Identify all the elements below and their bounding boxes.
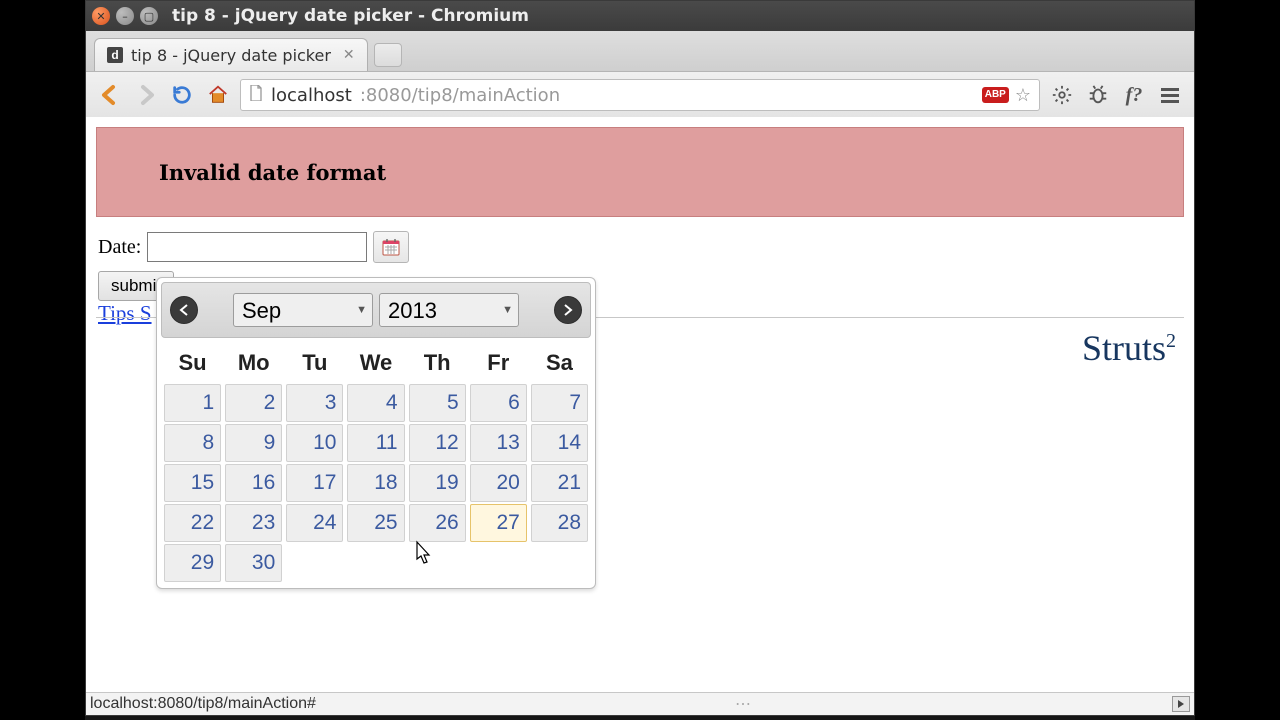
status-grip-icon: ⋯ xyxy=(735,694,753,714)
home-button[interactable] xyxy=(204,81,232,109)
tab-favicon: d xyxy=(107,47,123,63)
tips-link[interactable]: Tips S xyxy=(98,301,152,325)
datepicker-day[interactable]: 3 xyxy=(286,384,343,422)
datepicker-day[interactable]: 30 xyxy=(225,544,282,582)
datepicker-day[interactable]: 16 xyxy=(225,464,282,502)
firebug-fq-icon[interactable]: f? xyxy=(1120,81,1148,109)
datepicker-day[interactable]: 26 xyxy=(409,504,466,542)
menu-button[interactable] xyxy=(1156,81,1184,109)
date-form-row: Date: xyxy=(98,231,1194,263)
page-content: Invalid date format Date: xyxy=(86,117,1194,693)
datepicker-day[interactable]: 29 xyxy=(164,544,221,582)
address-host: localhost xyxy=(271,85,352,106)
window-minimize-button[interactable]: – xyxy=(116,7,134,25)
browser-toolbar: localhost :8080/tip8/mainAction ABP ☆ f? xyxy=(86,72,1194,119)
error-banner: Invalid date format xyxy=(96,127,1184,217)
settings-gear-icon[interactable] xyxy=(1048,81,1076,109)
window-titlebar: ✕ – ▢ tip 8 - jQuery date picker - Chrom… xyxy=(86,1,1194,31)
calendar-icon xyxy=(382,238,400,256)
window-maximize-button[interactable]: ▢ xyxy=(140,7,158,25)
address-bar[interactable]: localhost :8080/tip8/mainAction ABP ☆ xyxy=(240,79,1040,111)
address-path: :8080/tip8/mainAction xyxy=(360,85,560,106)
error-message: Invalid date format xyxy=(159,160,386,185)
bookmark-star-icon[interactable]: ☆ xyxy=(1015,85,1031,106)
datepicker-year-select[interactable]: 2013 xyxy=(379,293,519,327)
datepicker-day[interactable]: 14 xyxy=(531,424,588,462)
datepicker-day[interactable]: 2 xyxy=(225,384,282,422)
datepicker-grid: SuMoTuWeThFrSa 1234567891011121314151617… xyxy=(161,342,591,584)
datepicker-dow-header: Fr xyxy=(469,344,528,382)
datepicker-day[interactable]: 18 xyxy=(347,464,404,502)
datepicker-next-button[interactable] xyxy=(554,296,582,324)
datepicker-dow-header: Mo xyxy=(224,344,283,382)
browser-tab[interactable]: d tip 8 - jQuery date picker ✕ xyxy=(94,38,368,71)
datepicker-day[interactable]: 10 xyxy=(286,424,343,462)
tab-close-icon[interactable]: ✕ xyxy=(343,47,355,63)
datepicker-day[interactable]: 22 xyxy=(164,504,221,542)
datepicker-day[interactable]: 23 xyxy=(225,504,282,542)
open-calendar-button[interactable] xyxy=(373,231,409,263)
datepicker-day[interactable]: 8 xyxy=(164,424,221,462)
window-close-button[interactable]: ✕ xyxy=(92,7,110,25)
datepicker-day[interactable]: 25 xyxy=(347,504,404,542)
chevron-left-icon xyxy=(179,304,189,316)
datepicker-day[interactable]: 17 xyxy=(286,464,343,502)
datepicker-day[interactable]: 11 xyxy=(347,424,404,462)
page-icon xyxy=(249,85,263,105)
back-button[interactable] xyxy=(96,81,124,109)
datepicker-day[interactable]: 7 xyxy=(531,384,588,422)
datepicker-day[interactable]: 15 xyxy=(164,464,221,502)
datepicker-dow-header: Tu xyxy=(285,344,344,382)
reload-button[interactable] xyxy=(168,81,196,109)
datepicker-day[interactable]: 27 xyxy=(470,504,527,542)
tab-title: tip 8 - jQuery date picker xyxy=(131,46,331,65)
bug-icon[interactable] xyxy=(1084,81,1112,109)
datepicker-dow-header: Th xyxy=(408,344,467,382)
datepicker-header: Sep 2013 xyxy=(161,282,591,338)
date-input[interactable] xyxy=(147,232,367,262)
datepicker-day[interactable]: 19 xyxy=(409,464,466,502)
datepicker-dow-header: Sa xyxy=(530,344,589,382)
datepicker-day[interactable]: 24 xyxy=(286,504,343,542)
window-title: tip 8 - jQuery date picker - Chromium xyxy=(172,6,529,26)
tab-strip: d tip 8 - jQuery date picker ✕ xyxy=(86,31,1194,72)
date-label: Date: xyxy=(98,236,141,259)
datepicker-day[interactable]: 13 xyxy=(470,424,527,462)
datepicker-day[interactable]: 1 xyxy=(164,384,221,422)
new-tab-button[interactable] xyxy=(374,43,402,67)
datepicker-day[interactable]: 5 xyxy=(409,384,466,422)
datepicker-dow-header: Su xyxy=(163,344,222,382)
datepicker-day[interactable]: 4 xyxy=(347,384,404,422)
status-text: localhost:8080/tip8/mainAction# xyxy=(90,695,316,713)
datepicker-prev-button[interactable] xyxy=(170,296,198,324)
hamburger-icon xyxy=(1161,88,1179,103)
datepicker-day[interactable]: 9 xyxy=(225,424,282,462)
datepicker-day[interactable]: 6 xyxy=(470,384,527,422)
status-bar: localhost:8080/tip8/mainAction# ⋯ xyxy=(86,692,1194,715)
datepicker-month-select[interactable]: Sep xyxy=(233,293,373,327)
horizontal-scroll-right-button[interactable] xyxy=(1172,696,1190,712)
chevron-right-icon xyxy=(563,304,573,316)
datepicker-day[interactable]: 12 xyxy=(409,424,466,462)
datepicker-day[interactable]: 28 xyxy=(531,504,588,542)
adblock-icon[interactable]: ABP xyxy=(982,87,1009,103)
datepicker-day[interactable]: 21 xyxy=(531,464,588,502)
browser-window: ✕ – ▢ tip 8 - jQuery date picker - Chrom… xyxy=(85,0,1195,716)
datepicker-popup: Sep 2013 SuMoTuWeThFrSa 1234567891011121… xyxy=(156,277,596,589)
datepicker-day[interactable]: 20 xyxy=(470,464,527,502)
struts-logo: Struts2 xyxy=(1082,327,1176,369)
forward-button[interactable] xyxy=(132,81,160,109)
datepicker-dow-header: We xyxy=(346,344,405,382)
